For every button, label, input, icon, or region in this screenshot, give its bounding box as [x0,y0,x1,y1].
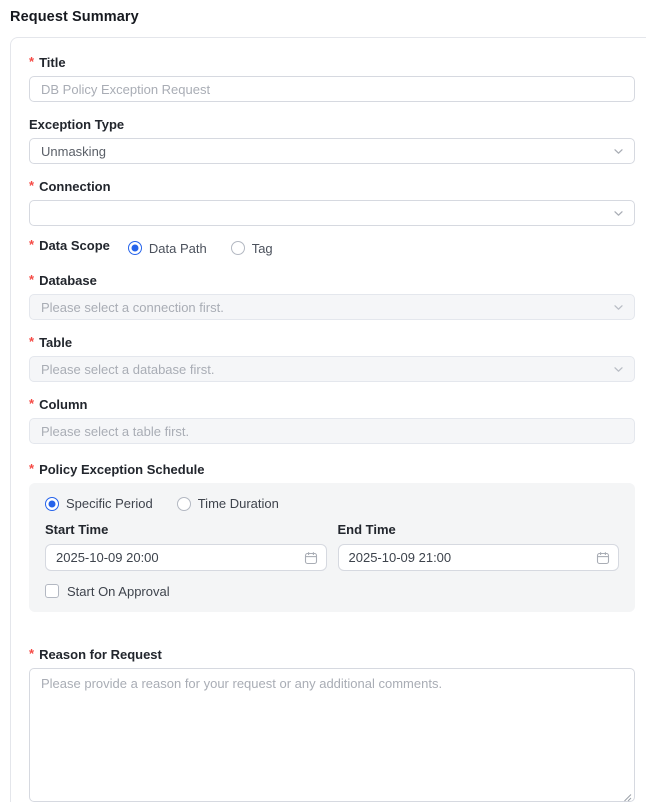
reason-label: Reason for Request [39,647,162,662]
resize-handle-icon[interactable] [622,789,632,799]
schedule-panel: Specific Period Time Duration Start Time… [29,483,635,612]
radio-selected-icon[interactable] [45,497,59,511]
connection-select[interactable] [29,200,635,226]
end-time-col: End Time 2025-10-09 21:00 [338,522,620,571]
data-scope-label: Data Scope [39,238,110,253]
chevron-down-icon [612,363,625,376]
start-time-input[interactable]: 2025-10-09 20:00 [45,544,327,571]
exception-type-select[interactable]: Unmasking [29,138,635,164]
required-asterisk: * [29,178,34,194]
column-label: Column [39,397,87,412]
radio-tag-label: Tag [252,241,273,256]
radio-specific-period[interactable]: Specific Period [45,496,153,511]
start-time-col: Start Time 2025-10-09 20:00 [45,522,327,571]
request-summary-card: * Title Exception Type Unmasking * [10,37,646,802]
field-exception-type: Exception Type Unmasking [29,116,635,164]
start-time-label: Start Time [45,522,327,538]
end-time-value: 2025-10-09 21:00 [349,550,452,565]
reason-textarea-box [29,668,635,802]
field-data-scope: * Data Scope Data Path Tag [29,240,635,256]
field-connection: * Connection [29,178,635,226]
column-placeholder: Please select a table first. [41,424,189,439]
database-label: Database [39,273,97,288]
radio-unselected-icon[interactable] [231,241,245,255]
radio-specific-period-label: Specific Period [66,496,153,511]
title-label: Title [39,55,66,70]
required-asterisk: * [29,646,34,662]
start-on-approval-row: Start On Approval [45,583,619,599]
required-asterisk: * [29,54,34,70]
table-label: Table [39,335,72,350]
page-title: Request Summary [10,9,646,25]
field-reason: * Reason for Request 0 / 1000 [29,646,635,802]
title-input-box [29,76,635,102]
radio-tag[interactable]: Tag [231,241,273,256]
chevron-down-icon [612,145,625,158]
field-title: * Title [29,54,635,102]
connection-label: Connection [39,179,111,194]
database-placeholder: Please select a connection first. [41,300,224,315]
chevron-down-icon [612,301,625,314]
schedule-time-row: Start Time 2025-10-09 20:00 [45,522,619,571]
required-asterisk: * [29,461,34,477]
exception-type-label: Exception Type [29,117,124,132]
start-on-approval-label: Start On Approval [67,584,170,599]
exception-type-value: Unmasking [41,144,106,159]
table-select: Please select a database first. [29,356,635,382]
start-time-value: 2025-10-09 20:00 [56,550,159,565]
radio-data-path-label: Data Path [149,241,207,256]
reason-textarea[interactable] [29,668,635,802]
field-database: * Database Please select a connection fi… [29,272,635,320]
field-table: * Table Please select a database first. [29,334,635,382]
table-placeholder: Please select a database first. [41,362,214,377]
request-form-page: Request Summary * Title Exception Type U… [0,0,646,802]
field-column: * Column Please select a table first. [29,396,635,444]
required-asterisk: * [29,272,34,288]
required-asterisk: * [29,237,34,253]
schedule-label: Policy Exception Schedule [39,462,204,477]
radio-time-duration[interactable]: Time Duration [177,496,279,511]
calendar-icon [596,551,610,565]
end-time-label: End Time [338,522,620,538]
end-time-input[interactable]: 2025-10-09 21:00 [338,544,620,571]
field-schedule: * Policy Exception Schedule Specific Per… [29,461,635,612]
chevron-down-icon [612,207,625,220]
database-select: Please select a connection first. [29,294,635,320]
column-input-box: Please select a table first. [29,418,635,444]
required-asterisk: * [29,334,34,350]
required-asterisk: * [29,396,34,412]
title-input[interactable] [41,77,623,101]
radio-time-duration-label: Time Duration [198,496,279,511]
schedule-mode-radio-group: Specific Period Time Duration [45,496,619,511]
radio-selected-icon[interactable] [128,241,142,255]
checkbox-unchecked-icon[interactable] [45,584,59,598]
calendar-icon [304,551,318,565]
radio-data-path[interactable]: Data Path [128,241,207,256]
radio-unselected-icon[interactable] [177,497,191,511]
data-scope-radio-group: Data Path Tag [128,241,273,256]
